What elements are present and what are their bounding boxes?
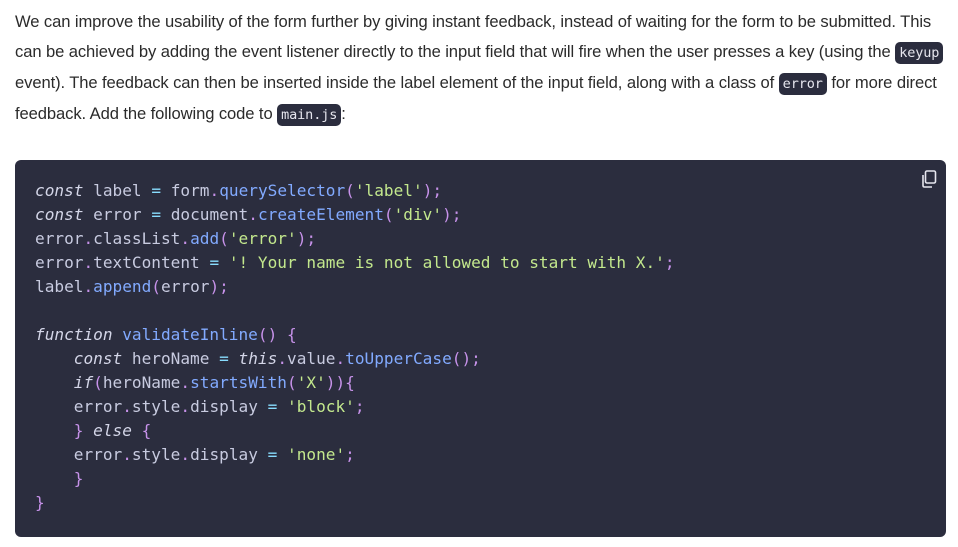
code-line: error.style.display = 'none'; [73,445,355,464]
code-line: function validateInline() { [35,325,297,344]
inline-code-error: error [778,73,827,95]
article-paragraph: We can improve the usability of the form… [15,7,950,130]
copy-icon [922,170,937,188]
code-line: } [73,469,84,488]
code-line: error.textContent = '! Your name is not … [35,253,675,272]
code-line: const heroName = this.value.toUpperCase(… [73,349,481,368]
code-line: error.style.display = 'block'; [73,397,365,416]
code-line: const label = form.querySelector('label'… [35,181,443,200]
copy-button[interactable] [921,170,937,188]
code-block: const label = form.querySelector('label'… [15,160,946,537]
code-line: } else { [73,421,152,440]
code-line: label.append(error); [35,277,229,296]
code-line: } [35,493,45,512]
code-line: if(heroName.startsWith('X')){ [73,373,355,392]
inline-code-mainjs: main.js [277,104,342,126]
paragraph-text: We can improve the usability of the form… [15,7,950,130]
inline-code-keyup: keyup [895,42,944,64]
code-content: const label = form.querySelector('label'… [35,179,675,515]
code-line: const error = document.createElement('di… [35,205,462,224]
code-line: error.classList.add('error'); [35,229,317,248]
